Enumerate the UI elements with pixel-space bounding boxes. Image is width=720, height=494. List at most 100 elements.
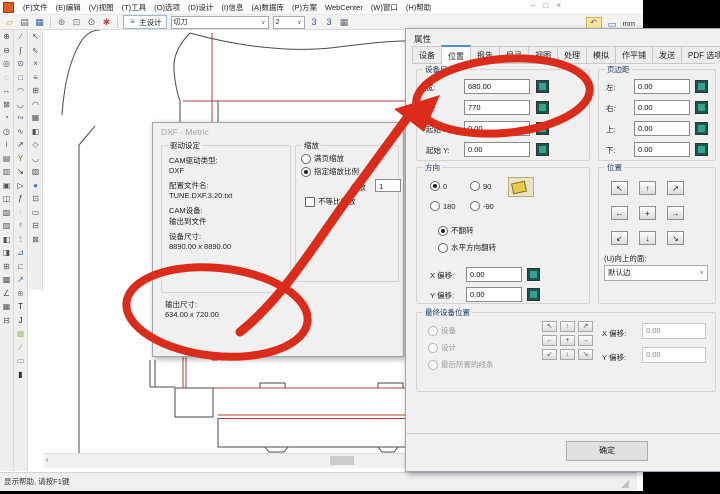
final-bottom-center-button[interactable]: ↓ bbox=[560, 349, 575, 360]
next-window-icon[interactable]: ◨ bbox=[1, 246, 13, 260]
barcode-icon[interactable]: ▮ bbox=[15, 368, 27, 382]
arc3-tool-icon[interactable]: ◡ bbox=[15, 98, 27, 112]
rotate-tool-icon[interactable]: ▷ bbox=[15, 179, 27, 193]
margin-left-calc-button[interactable] bbox=[695, 80, 708, 93]
circle-tool-icon[interactable]: ⊙ bbox=[15, 57, 27, 71]
margin-bottom-calc-button[interactable] bbox=[695, 143, 708, 156]
plot-icon[interactable]: ◫ bbox=[1, 192, 13, 206]
menu-info[interactable]: (I)信息 bbox=[217, 2, 247, 13]
arc-tool-icon[interactable]: ◠ bbox=[15, 84, 27, 98]
tab-PDF 选项[interactable]: PDF 选项 bbox=[681, 46, 720, 63]
tab-发送[interactable]: 发送 bbox=[652, 46, 682, 63]
rotate-90-radio[interactable]: 90 bbox=[470, 181, 491, 191]
delete-zoom-icon[interactable]: ⊠ bbox=[1, 98, 13, 112]
minimize-button[interactable]: – bbox=[531, 1, 535, 10]
final-last-line-radio[interactable]: 最后所置的线条 bbox=[428, 359, 494, 370]
text-tool-icon[interactable]: T bbox=[15, 300, 27, 314]
menu-help[interactable]: (H)帮助 bbox=[402, 2, 435, 13]
scale-input[interactable]: 1 bbox=[375, 179, 401, 192]
pos-bottom-right-button[interactable]: ↘ bbox=[667, 231, 684, 245]
menu-design[interactable]: (D)设计 bbox=[184, 2, 217, 13]
menu-file[interactable]: (F)文件 bbox=[19, 2, 52, 13]
rotate-neg90-radio[interactable]: -90 bbox=[470, 201, 494, 211]
zoom-fit-icon[interactable]: ◌ bbox=[1, 71, 13, 85]
curve-tool-icon[interactable]: ∫ bbox=[15, 44, 27, 58]
pointer-badge-icon[interactable]: 3 bbox=[323, 16, 336, 28]
align-c-icon[interactable]: ↥ bbox=[15, 233, 27, 247]
counter-icon[interactable]: ⊠ bbox=[30, 233, 42, 247]
tab-作平铺[interactable]: 作平铺 bbox=[615, 46, 653, 63]
palette-icon[interactable]: ✱ bbox=[100, 16, 113, 28]
margin-bottom-input[interactable]: 0.00 bbox=[634, 142, 690, 157]
final-x-offset-input[interactable]: 0.00 bbox=[642, 323, 706, 339]
pos-top-right-button[interactable]: ↗ bbox=[667, 181, 684, 195]
wave-tool-icon[interactable]: ∿ bbox=[15, 125, 27, 139]
start-x-calc-button[interactable] bbox=[536, 122, 549, 135]
no-flip-radio[interactable]: 不翻转 bbox=[438, 225, 474, 236]
menu-tools[interactable]: (T)工具 bbox=[118, 2, 151, 13]
zoom-out-icon[interactable]: ⊖ bbox=[1, 44, 13, 58]
pos-center-button[interactable]: + bbox=[639, 206, 656, 220]
export-icon[interactable]: ▣ bbox=[1, 179, 13, 193]
pos-top-left-button[interactable]: ↖ bbox=[611, 181, 628, 195]
start-y-input[interactable]: 0.00 bbox=[464, 142, 530, 157]
final-design-radio[interactable]: 设计 bbox=[428, 342, 456, 353]
tab-视图[interactable]: 视图 bbox=[528, 46, 558, 63]
resize-grip[interactable] bbox=[621, 480, 629, 488]
output-device-icon[interactable]: ▤ bbox=[1, 152, 13, 166]
standards-icon[interactable]: ⊡ bbox=[70, 16, 83, 28]
fx-tool-icon[interactable]: ƒ bbox=[15, 192, 27, 206]
menu-database[interactable]: (A)数据库 bbox=[248, 2, 289, 13]
x-offset-input[interactable]: 0.00 bbox=[466, 267, 522, 282]
tab-设备[interactable]: 设备 bbox=[412, 46, 442, 63]
arc-edit-icon[interactable]: ◠ bbox=[30, 98, 42, 112]
anchor-tool-icon[interactable]: ⊿ bbox=[15, 246, 27, 260]
scrollbar-thumb[interactable] bbox=[330, 456, 354, 465]
menu-edit[interactable]: (E)编辑 bbox=[52, 2, 85, 13]
edit-select-icon[interactable]: ⇖ bbox=[30, 44, 42, 58]
tab-目录[interactable]: 目录 bbox=[499, 46, 529, 63]
height-input[interactable]: 770 bbox=[464, 100, 530, 115]
menu-window[interactable]: (W)窗口 bbox=[367, 2, 402, 13]
horizontal-flip-radio[interactable]: 水平方向翻转 bbox=[438, 242, 496, 253]
tab-模拟[interactable]: 模拟 bbox=[586, 46, 616, 63]
zoom-region-icon[interactable]: ◎ bbox=[1, 57, 13, 71]
line-weight-select[interactable]: 2∨ bbox=[273, 16, 305, 29]
pos-top-center-button[interactable]: ↑ bbox=[639, 181, 656, 195]
branch-tool-icon[interactable]: Y bbox=[15, 152, 27, 166]
pos-bottom-left-button[interactable]: ↙ bbox=[611, 231, 628, 245]
pan-icon[interactable]: ↔ bbox=[1, 84, 13, 98]
final-bottom-left-button[interactable]: ↙ bbox=[542, 349, 557, 360]
ok-button[interactable]: 确定 bbox=[566, 441, 648, 461]
pen-tool-icon[interactable]: ↗ bbox=[15, 273, 27, 287]
y-offset-calc-button[interactable] bbox=[527, 288, 540, 301]
close-button[interactable]: × bbox=[556, 1, 561, 10]
info-icon[interactable]: i bbox=[1, 138, 13, 152]
picture-icon[interactable]: ▨ bbox=[30, 165, 42, 179]
final-device-radio[interactable]: 设备 bbox=[428, 325, 456, 336]
table-grid-icon[interactable]: ▦ bbox=[338, 16, 351, 28]
grid-icon[interactable]: ▦ bbox=[1, 300, 13, 314]
sheet-icon[interactable]: ▧ bbox=[1, 206, 13, 220]
final-y-offset-input[interactable]: 0.00 bbox=[642, 347, 706, 363]
fill-swatch-icon[interactable]: ▩ bbox=[15, 327, 27, 341]
history-icon[interactable]: ◷ bbox=[1, 125, 13, 139]
bezier-tool-icon[interactable]: ∾ bbox=[15, 111, 27, 125]
box3d-icon[interactable]: ◇ bbox=[30, 138, 42, 152]
scroll-left-icon[interactable]: ‹ bbox=[46, 455, 49, 464]
arc2-edit-icon[interactable]: ◡ bbox=[30, 152, 42, 166]
rotate-0-radio[interactable]: 0 bbox=[430, 181, 447, 191]
final-top-right-button[interactable]: ↗ bbox=[578, 321, 593, 332]
rotate-180-radio[interactable]: 180 bbox=[430, 201, 456, 211]
menu-webcenter[interactable]: WebCenter bbox=[321, 3, 367, 12]
copy-object-icon[interactable]: ⊡ bbox=[30, 192, 42, 206]
tab-处理[interactable]: 处理 bbox=[557, 46, 587, 63]
rebuild-icon[interactable]: ⊛ bbox=[55, 16, 68, 28]
units-icon[interactable]: ⊟ bbox=[1, 314, 13, 328]
zoom-in-icon[interactable]: ⊕ bbox=[1, 30, 13, 44]
margin-right-calc-button[interactable] bbox=[695, 101, 708, 114]
margin-left-input[interactable]: 0.00 bbox=[634, 79, 690, 94]
open-icon[interactable]: ▱ bbox=[3, 16, 16, 28]
y-offset-input[interactable]: 0.00 bbox=[466, 287, 522, 302]
start-x-input[interactable]: 0.00 bbox=[464, 121, 530, 136]
